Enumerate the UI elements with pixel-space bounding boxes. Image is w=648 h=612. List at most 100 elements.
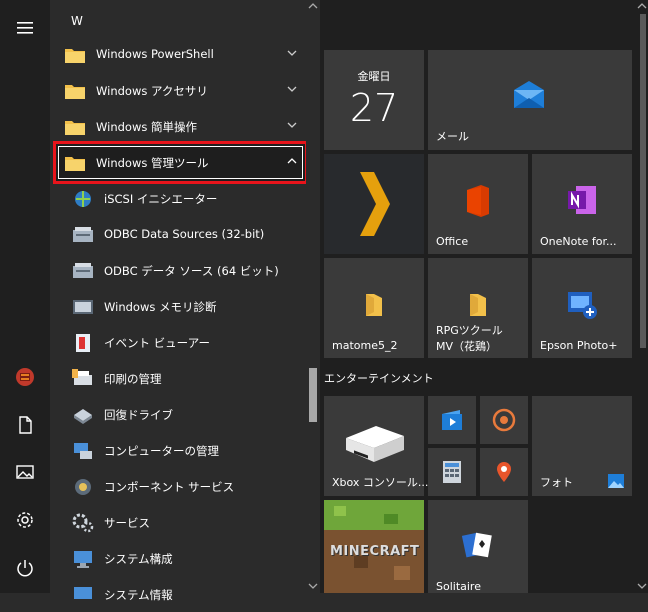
services-icon (72, 513, 94, 533)
entertainment-section-label[interactable]: エンターテインメント (324, 370, 434, 386)
list-item-system-configuration[interactable]: システム構成 (50, 542, 306, 576)
start-rail (0, 0, 50, 593)
list-item-print-management[interactable]: 印刷の管理 (50, 362, 306, 396)
mail-icon (514, 81, 544, 108)
memory-diagnostic-icon (73, 300, 93, 314)
maps-tile[interactable] (480, 448, 528, 496)
photos-tile[interactable]: フォト (532, 396, 632, 496)
list-item-iscsi-initiator[interactable]: iSCSI イニシエーター (50, 182, 306, 216)
rpg-tile-label-line2: MV（花鶏） (436, 340, 498, 353)
chevron-down-icon (287, 122, 297, 128)
pictures-icon[interactable] (15, 462, 35, 482)
office-icon (467, 185, 489, 217)
list-item-label: ODBC Data Sources (32-bit) (104, 227, 265, 241)
list-item-windows-admin-tools[interactable]: Windows 管理ツール (50, 146, 306, 180)
event-viewer-icon (76, 334, 90, 352)
chevron-down-icon (287, 50, 297, 56)
epson-photo-icon (568, 292, 597, 319)
user-avatar-icon[interactable] (15, 367, 35, 387)
minecraft-tile[interactable]: MINECRAFT (324, 500, 424, 593)
matome-tile[interactable]: matome5_2 (324, 258, 424, 358)
list-item-label: Windows PowerShell (96, 47, 214, 61)
scroll-down-icon[interactable] (308, 582, 318, 590)
list-item-services[interactable]: サービス (50, 506, 306, 540)
calculator-icon (443, 461, 461, 483)
list-item-odbc-32[interactable]: ODBC Data Sources (32-bit) (50, 218, 306, 252)
list-item-label: システム情報 (104, 588, 173, 602)
epson-tile[interactable]: Epson Photo+ (532, 258, 632, 358)
xbox-tile[interactable]: Xbox コンソール... (324, 396, 428, 496)
office-tile-label: Office (436, 235, 469, 248)
list-item-component-services[interactable]: コンポーネント サービス (50, 470, 306, 504)
solitaire-tile[interactable]: Solitaire (428, 500, 528, 593)
scroll-down-icon[interactable] (637, 582, 647, 590)
print-management-icon (72, 369, 92, 385)
list-item-label: サービス (104, 516, 150, 530)
mail-tile-label: メール (436, 130, 469, 143)
office-tile[interactable]: Office (428, 154, 528, 254)
hamburger-menu-icon[interactable] (15, 18, 35, 38)
onenote-tile-label: OneNote for... (540, 235, 617, 248)
solitaire-tile-label: Solitaire (436, 580, 481, 593)
list-item-windows-powershell[interactable]: Windows PowerShell (50, 38, 306, 72)
epson-tile-label: Epson Photo+ (540, 339, 618, 352)
calendar-date: 27 (349, 86, 399, 130)
tiles-scroll-thumb[interactable] (640, 14, 646, 348)
list-item-system-information[interactable]: システム情報 (50, 578, 306, 612)
mail-tile[interactable]: メール (428, 50, 632, 150)
onenote-tile[interactable]: OneNote for... (532, 154, 632, 254)
computer-management-icon (74, 443, 92, 459)
list-item-label: イベント ビューアー (104, 336, 211, 350)
scroll-up-icon[interactable] (308, 2, 318, 10)
plex-chevron-icon (360, 172, 390, 236)
xbox-tile-label: Xbox コンソール... (332, 476, 429, 489)
list-item-label: システム構成 (104, 552, 173, 566)
list-item-label: コンピューターの管理 (104, 444, 219, 458)
iscsi-icon (75, 191, 91, 207)
list-item-label: Windows アクセサリ (96, 84, 208, 98)
groove-music-icon (492, 408, 516, 432)
list-item-label: iSCSI イニシエーター (104, 192, 218, 206)
folder-icon (65, 49, 85, 63)
app-list-scrollbar[interactable] (306, 0, 320, 593)
settings-gear-icon[interactable] (15, 510, 35, 530)
list-item-windows-ease-of-access[interactable]: Windows 簡単操作 (50, 110, 306, 144)
list-item-memory-diagnostic[interactable]: Windows メモリ診断 (50, 290, 306, 324)
folder-icon (65, 121, 85, 135)
calculator-tile[interactable] (428, 448, 476, 496)
app-list-scroll-thumb[interactable] (309, 368, 317, 422)
calendar-day: 金曜日 (357, 70, 391, 83)
calendar-tile[interactable]: 金曜日 27 (324, 50, 424, 150)
system-config-icon (74, 551, 92, 568)
odbc-icon (73, 263, 93, 278)
odbc-icon (73, 227, 93, 242)
matome-tile-label: matome5_2 (332, 339, 398, 352)
rpg-tile[interactable]: RPGツクール MV（花鶏） (428, 258, 528, 358)
list-item-recovery-drive[interactable]: 回復ドライブ (50, 398, 306, 432)
chevron-down-icon (287, 86, 297, 92)
photos-tile-label: フォト (540, 476, 573, 489)
power-icon[interactable] (15, 558, 35, 578)
list-item-label: Windows 簡単操作 (96, 120, 197, 134)
list-item-odbc-64[interactable]: ODBC データ ソース (64 ビット) (50, 254, 306, 288)
folder-icon (470, 294, 486, 316)
list-item-windows-accessories[interactable]: Windows アクセサリ (50, 74, 306, 108)
groove-music-tile[interactable] (480, 396, 528, 444)
minecraft-logo-text: MINECRAFT (330, 544, 420, 559)
component-services-icon (75, 479, 91, 495)
photos-icon (608, 474, 624, 488)
xbox-console-icon (346, 426, 404, 462)
rpg-tile-label-line1: RPGツクール (436, 324, 503, 337)
letter-header-w[interactable]: W (71, 14, 83, 28)
list-item-computer-management[interactable]: コンピューターの管理 (50, 434, 306, 468)
list-item-label: 回復ドライブ (104, 408, 173, 422)
scroll-up-icon[interactable] (637, 2, 647, 10)
system-info-icon (74, 587, 92, 599)
movies-tile[interactable] (428, 396, 476, 444)
list-item-label: ODBC データ ソース (64 ビット) (104, 264, 279, 278)
folder-icon (65, 157, 85, 171)
list-item-event-viewer[interactable]: イベント ビューアー (50, 326, 306, 360)
maps-icon (497, 462, 511, 482)
plex-tile[interactable] (324, 154, 424, 254)
documents-icon[interactable] (15, 415, 35, 435)
